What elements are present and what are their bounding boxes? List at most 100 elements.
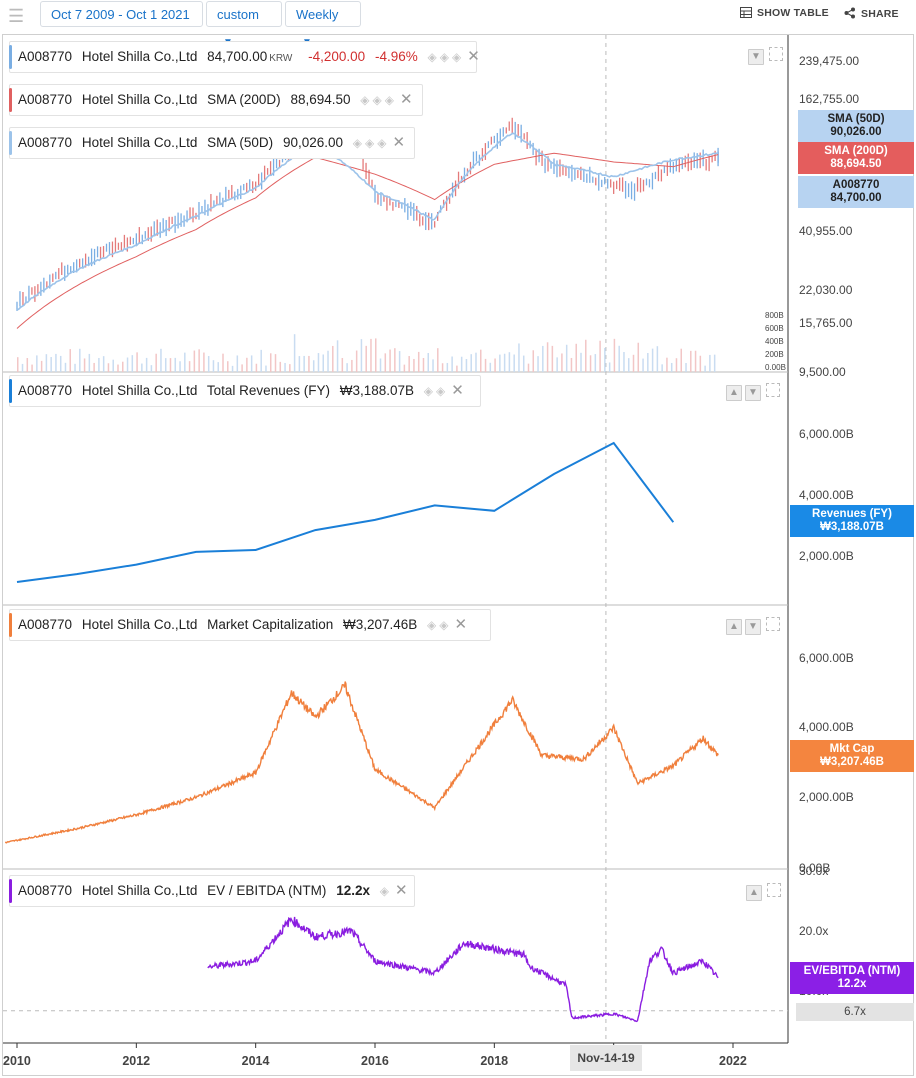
tag-label: Mkt Cap xyxy=(829,743,875,755)
share-label: SHARE xyxy=(861,8,899,20)
toolbar: ☰ Oct 7 2009 - Oct 1 2021 custom▼ Weekly… xyxy=(0,0,916,48)
layers-icon[interactable]: ◈ xyxy=(353,136,362,150)
legend-evebitda[interactable]: A008770 Hotel Shilla Co.,Ltd EV / EBITDA… xyxy=(9,875,415,907)
x-axis-tick: 2016 xyxy=(361,1054,389,1068)
legend-company: Hotel Shilla Co.,Ltd xyxy=(81,617,198,632)
volume-bar xyxy=(222,353,224,372)
tag-value: ₩3,207.46B xyxy=(820,756,884,768)
volume-bar xyxy=(79,348,81,372)
settings-icon[interactable]: ◈ xyxy=(439,618,448,632)
layers-icon[interactable]: ◈ xyxy=(424,384,433,398)
expand-icon[interactable] xyxy=(766,617,780,631)
legend-sma200[interactable]: A008770 Hotel Shilla Co.,Ltd SMA (200D) … xyxy=(9,84,423,116)
settings-icon[interactable]: ◈ xyxy=(373,93,382,107)
settings-icon[interactable]: ◈ xyxy=(365,136,374,150)
close-icon[interactable]: ✕ xyxy=(467,48,480,65)
evebitda-line xyxy=(207,916,719,1023)
volume-bar xyxy=(570,357,573,372)
mktcap-y-tick: 4,000.00B xyxy=(799,720,854,734)
volume-bar xyxy=(312,360,315,372)
volume-bar xyxy=(269,353,272,372)
expand-icon[interactable] xyxy=(767,883,781,897)
tag-label: Revenues (FY) xyxy=(812,508,892,520)
legend-company: Hotel Shilla Co.,Ltd xyxy=(81,49,198,64)
mktcap-line xyxy=(4,681,719,844)
x-axis-tick: 2010 xyxy=(3,1054,31,1068)
legend-ticker: A008770 xyxy=(18,383,73,398)
legend-value: 84,700.00 xyxy=(207,49,268,64)
volume-bar xyxy=(332,345,334,372)
settings-icon[interactable]: ◈ xyxy=(380,884,389,898)
range-mode-dropdown[interactable]: custom▼ xyxy=(206,1,282,48)
share-button[interactable]: SHARE xyxy=(844,7,899,20)
legend-ticker: A008770 xyxy=(18,883,73,898)
layers-icon[interactable]: ◈ xyxy=(428,50,437,64)
volume-bar xyxy=(17,357,19,372)
tag-label: SMA (200D) xyxy=(824,145,888,157)
style-icon[interactable]: ◈ xyxy=(452,50,461,64)
volume-bar xyxy=(699,355,702,372)
legend-revenue[interactable]: A008770 Hotel Shilla Co.,Ltd Total Reven… xyxy=(9,375,481,407)
revenue-line xyxy=(16,441,675,583)
volume-bar xyxy=(355,350,358,372)
close-icon[interactable]: ✕ xyxy=(392,134,405,151)
style-icon[interactable]: ◈ xyxy=(385,93,394,107)
volume-bar xyxy=(575,343,577,372)
move-up-icon[interactable]: ▲ xyxy=(746,885,762,901)
volume-bar xyxy=(112,359,114,372)
move-up-icon[interactable]: ▲ xyxy=(726,619,742,635)
volume-bar xyxy=(260,349,262,372)
evebitda-y-tick: 20.0x xyxy=(799,924,828,938)
tag-evebitda: EV/EBITDA (NTM) 12.2x xyxy=(790,962,914,994)
close-icon[interactable]: ✕ xyxy=(451,382,464,399)
expand-icon[interactable] xyxy=(769,47,783,61)
volume-bar xyxy=(365,345,367,372)
volume-bar xyxy=(55,353,57,372)
volume-bar xyxy=(427,353,430,372)
price-y-tick: 40,955.00 xyxy=(799,224,853,238)
show-table-button[interactable]: SHOW TABLE xyxy=(740,7,829,19)
move-up-icon[interactable]: ▲ xyxy=(726,385,742,401)
menu-collapse-icon[interactable]: ☰ xyxy=(8,6,30,26)
close-icon[interactable]: ✕ xyxy=(455,616,468,633)
volume-bar xyxy=(713,354,716,372)
move-down-icon[interactable]: ▼ xyxy=(745,619,761,635)
chart-container[interactable]: 239,475.00162,755.00111,59,840,955.0022,… xyxy=(2,34,914,1076)
layers-icon[interactable]: ◈ xyxy=(427,618,436,632)
volume-bar xyxy=(341,357,344,372)
volume-bar xyxy=(346,363,348,372)
move-down-icon[interactable]: ▼ xyxy=(745,385,761,401)
layers-icon[interactable]: ◈ xyxy=(360,93,369,107)
volume-bar xyxy=(327,350,329,372)
legend-color-bar xyxy=(9,613,12,637)
date-range-button[interactable]: Oct 7 2009 - Oct 1 2021 xyxy=(40,1,203,27)
volume-bar xyxy=(236,355,239,372)
volume-bar xyxy=(293,334,296,372)
volume-bar xyxy=(503,353,506,372)
close-icon[interactable]: ✕ xyxy=(395,882,408,899)
volume-bar xyxy=(136,352,138,372)
volume-bar xyxy=(59,355,62,372)
legend-sma50[interactable]: A008770 Hotel Shilla Co.,Ltd SMA (50D) 9… xyxy=(9,127,415,159)
move-down-icon[interactable]: ▼ xyxy=(748,49,764,65)
volume-bar xyxy=(432,359,434,372)
volume-bar xyxy=(413,358,415,372)
sma50-line xyxy=(16,132,719,311)
volume-bar xyxy=(546,342,549,372)
expand-icon[interactable] xyxy=(766,383,780,397)
settings-icon[interactable]: ◈ xyxy=(440,50,449,64)
chart-canvas[interactable]: 239,475.00162,755.00111,59,840,955.0022,… xyxy=(3,35,913,1075)
volume-bar xyxy=(527,363,530,372)
close-icon[interactable]: ✕ xyxy=(400,91,413,108)
volume-bar xyxy=(279,361,282,372)
legend-price[interactable]: A008770 Hotel Shilla Co.,Ltd 84,700.00 KR… xyxy=(9,41,480,73)
volume-bar xyxy=(336,340,339,372)
volume-bar xyxy=(45,354,48,372)
interval-dropdown[interactable]: Weekly▼ xyxy=(285,1,361,48)
style-icon[interactable]: ◈ xyxy=(377,136,386,150)
legend-mktcap[interactable]: A008770 Hotel Shilla Co.,Ltd Market Capi… xyxy=(9,609,491,641)
settings-icon[interactable]: ◈ xyxy=(436,384,445,398)
volume-bar xyxy=(298,356,301,372)
volume-bar xyxy=(480,349,482,372)
volume-bar xyxy=(179,361,181,372)
